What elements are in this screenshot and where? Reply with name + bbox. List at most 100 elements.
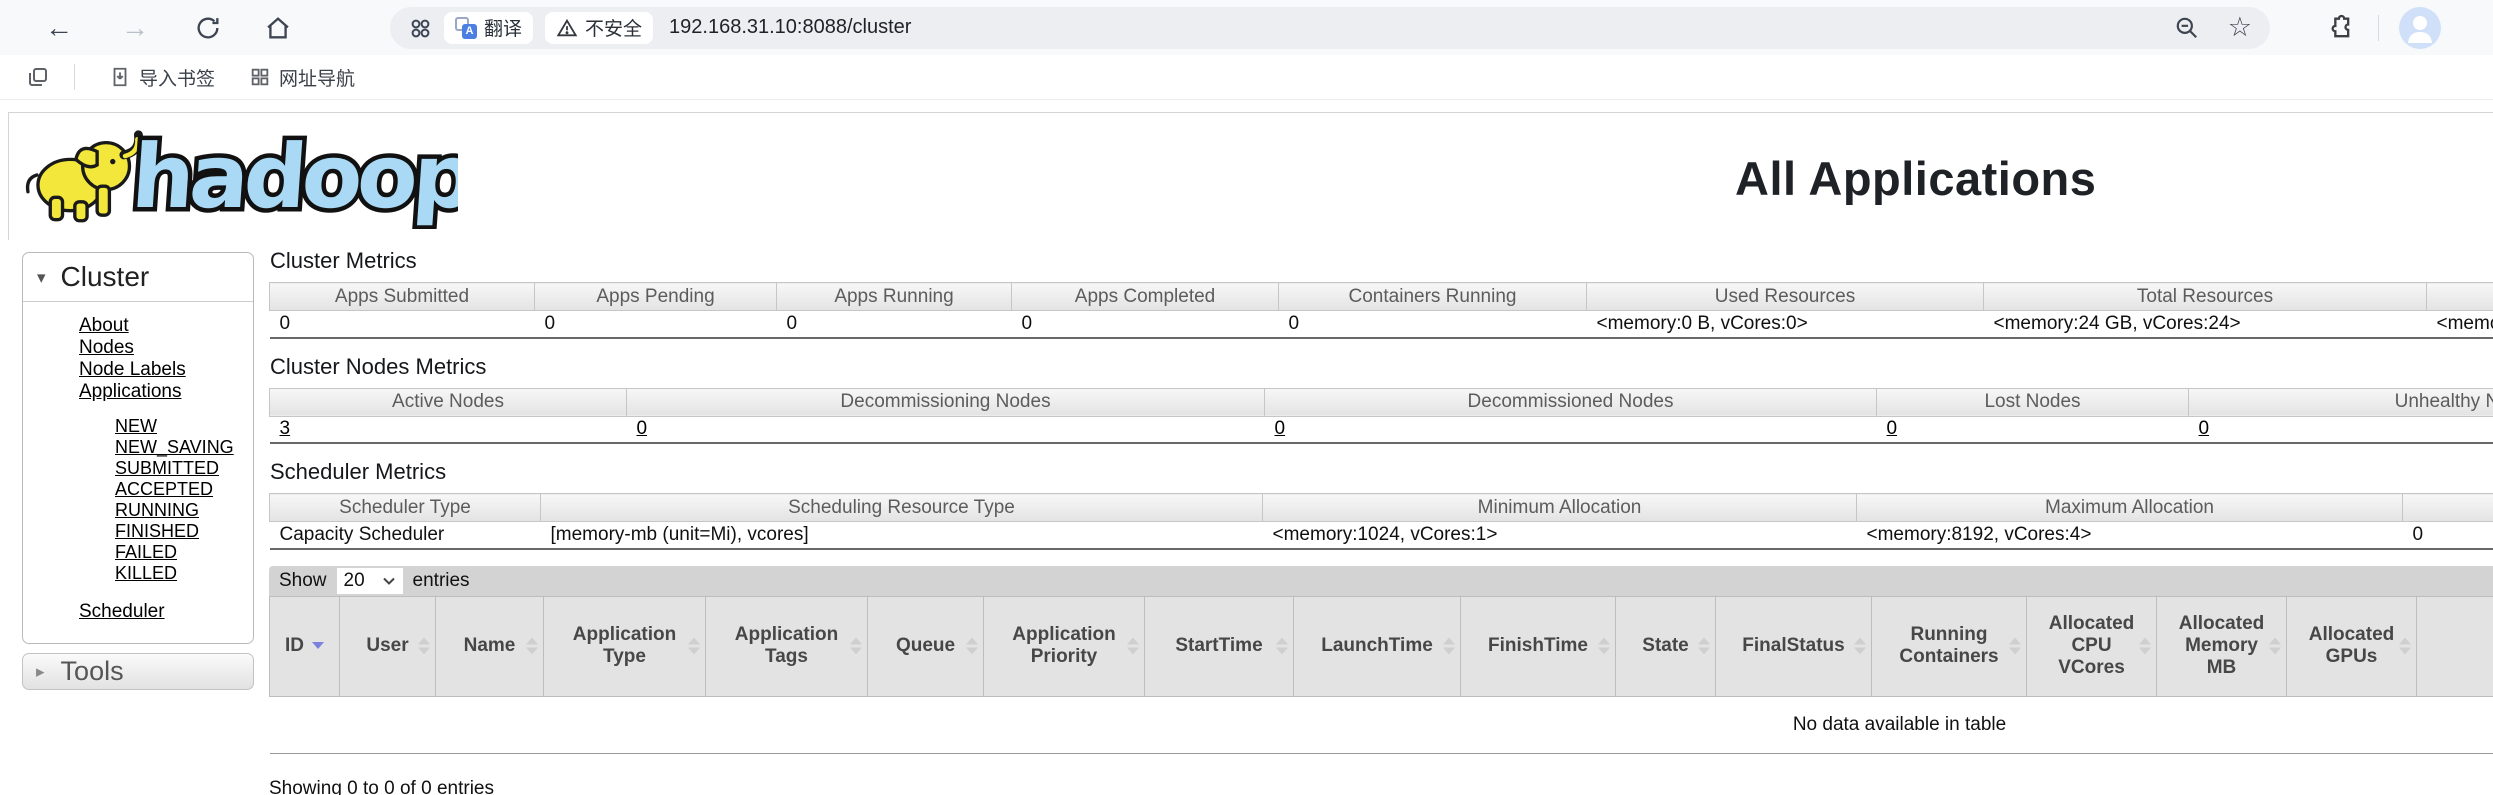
sort-icons: [2399, 637, 2411, 655]
sort-header-launchtime[interactable]: LaunchTime: [1293, 595, 1461, 697]
sort-header-running-containers[interactable]: Running Containers: [1871, 595, 2027, 697]
sort-header-allocated-gpus[interactable]: Allocated GPUs: [2286, 595, 2417, 697]
sidebar-section-cluster[interactable]: ▾ Cluster: [23, 253, 253, 302]
sidebar-item-nodes: Nodes: [79, 337, 134, 358]
extensions-puzzle-icon[interactable]: [2326, 14, 2354, 42]
table-length-bar: Show 20 entries: [269, 565, 2493, 596]
home-icon[interactable]: [264, 14, 292, 42]
metric-value: 3: [269, 416, 627, 444]
translate-button[interactable]: A 翻译: [444, 11, 534, 44]
sidebar-section-tools[interactable]: ▸ Tools: [22, 653, 254, 690]
metric-value: 0: [2188, 416, 2493, 444]
scheduler-metrics-heading: Scheduler Metrics: [270, 459, 447, 484]
apps-grid-icon[interactable]: [408, 16, 432, 40]
bookmark-star-icon[interactable]: ☆: [2228, 12, 2252, 43]
sort-icons: [2269, 637, 2281, 655]
sort-icons: [1854, 637, 1866, 655]
toolbar-divider: [2378, 14, 2379, 41]
sidebar-item-scheduler[interactable]: Scheduler: [79, 601, 165, 623]
sort-header-state[interactable]: State: [1615, 595, 1716, 697]
active-nodes-link[interactable]: 3: [280, 418, 291, 439]
caret-down-icon: ▾: [37, 268, 46, 287]
hadoop-wordmark: hadoop: [128, 121, 458, 229]
nodes-metrics-heading: Cluster Nodes Metrics: [270, 353, 487, 379]
column-header: Maximum Allocation: [1856, 493, 2403, 522]
metric-value: 0: [1011, 310, 1279, 339]
sort-header-queue[interactable]: Queue: [867, 595, 984, 697]
sort-header-allocated-cpu-vcores[interactable]: Allocated CPU VCores: [2026, 595, 2157, 697]
column-header: Reserved Resources: [2426, 282, 2493, 311]
zoom-out-icon[interactable]: [2174, 15, 2200, 41]
column-header: Apps Completed: [1011, 282, 1279, 311]
sidebar-item-new-saving: NEW_SAVING: [115, 437, 234, 457]
hadoop-logo: hadoop: [19, 119, 458, 231]
forward-icon[interactable]: →: [118, 13, 152, 42]
site-navigation-button[interactable]: 网址导航: [249, 64, 355, 91]
sidebar-item-node-labels: Node Labels: [79, 359, 186, 380]
metric-value: 0: [269, 310, 535, 339]
svg-text:hadoop: hadoop: [129, 125, 458, 228]
sidebar-item-running: RUNNING: [115, 500, 199, 520]
sort-header-name[interactable]: Name: [435, 595, 544, 697]
sort-icons: [966, 637, 978, 655]
sort-header-starttime[interactable]: StartTime: [1144, 595, 1294, 697]
sort-header-id[interactable]: ID: [269, 595, 340, 697]
browser-chrome: ← → A 翻译 不安全 192.168.31.10:8088/cluster …: [0, 0, 2493, 100]
tab-groups-icon[interactable]: [26, 65, 50, 89]
column-header: Unhealthy Nodes: [2188, 387, 2493, 417]
sidebar-item-about: About: [79, 315, 129, 336]
sidebar-item-new: NEW: [115, 416, 157, 436]
column-header: Total Resources: [1983, 282, 2427, 311]
table-info-text: Showing 0 to 0 of 0 entries: [269, 777, 494, 795]
table-row: 0 0 0 0 0 <memory:0 B, vCores:0> <memory…: [269, 310, 2493, 339]
page-title: All Applications: [1735, 152, 2097, 205]
metric-value: 0: [534, 310, 777, 339]
sort-header-application-type[interactable]: Application Type: [543, 595, 706, 697]
tools-section-label: Tools: [60, 656, 124, 686]
sort-icons: [2139, 637, 2151, 655]
sort-header-clipped[interactable]: [2416, 595, 2493, 697]
sort-header-user[interactable]: User: [339, 595, 436, 697]
column-header: Containers Running: [1278, 282, 1587, 311]
column-header: Maximum Cluster Application Priority: [2402, 493, 2493, 522]
grid-icon: [251, 68, 269, 86]
decommissioned-nodes-link[interactable]: 0: [1275, 418, 1286, 439]
table-row: 3 0 0 0 0: [269, 416, 2493, 444]
profile-avatar[interactable]: [2399, 6, 2441, 49]
sort-icons: [526, 637, 538, 655]
decommissioning-nodes-link[interactable]: 0: [637, 418, 648, 439]
sidebar-item-failed: FAILED: [115, 542, 178, 562]
column-header: Scheduler Type: [269, 493, 541, 522]
sort-header-finalstatus[interactable]: FinalStatus: [1715, 595, 1872, 697]
column-header: Minimum Allocation: [1262, 493, 1857, 522]
back-icon[interactable]: ←: [42, 13, 76, 42]
sidebar-item-submitted: SUBMITTED: [115, 458, 220, 478]
metric-value: <memory:1024, vCores:1>: [1262, 521, 1857, 550]
sort-icons: [688, 637, 700, 655]
url-bar[interactable]: A 翻译 不安全 192.168.31.10:8088/cluster ☆: [390, 6, 2270, 49]
security-badge[interactable]: 不安全: [545, 11, 654, 44]
unhealthy-nodes-link[interactable]: 0: [2199, 418, 2210, 439]
sort-icons: [1276, 637, 1288, 655]
sort-header-finishtime[interactable]: FinishTime: [1460, 595, 1616, 697]
cluster-metrics-heading: Cluster Metrics: [270, 248, 417, 273]
table-row: Capacity Scheduler [memory-mb (unit=Mi),…: [269, 521, 2493, 550]
column-header: Used Resources: [1586, 282, 1984, 311]
security-label: 不安全: [585, 19, 643, 40]
sort-header-application-priority[interactable]: Application Priority: [983, 595, 1145, 697]
cluster-metrics-table: Apps Submitted Apps Pending Apps Running…: [269, 282, 2493, 339]
sort-icons: [1698, 637, 1710, 655]
url-text[interactable]: 192.168.31.10:8088/cluster: [669, 16, 911, 39]
caret-right-icon: ▸: [36, 661, 45, 681]
column-header: Apps Running: [776, 282, 1012, 311]
import-bookmarks-button[interactable]: 导入书签: [109, 64, 215, 91]
hadoop-elephant-icon: [25, 130, 144, 223]
sort-icons: [2009, 637, 2021, 655]
reload-icon[interactable]: [194, 14, 222, 42]
sort-header-allocated-memory-mb[interactable]: Allocated Memory MB: [2156, 595, 2287, 697]
lost-nodes-link[interactable]: 0: [1887, 418, 1898, 439]
sort-header-application-tags[interactable]: Application Tags: [705, 595, 868, 697]
column-header: Decommissioned Nodes: [1264, 387, 1877, 417]
metric-value: 0: [776, 310, 1012, 339]
page-size-select[interactable]: 20: [336, 567, 403, 594]
